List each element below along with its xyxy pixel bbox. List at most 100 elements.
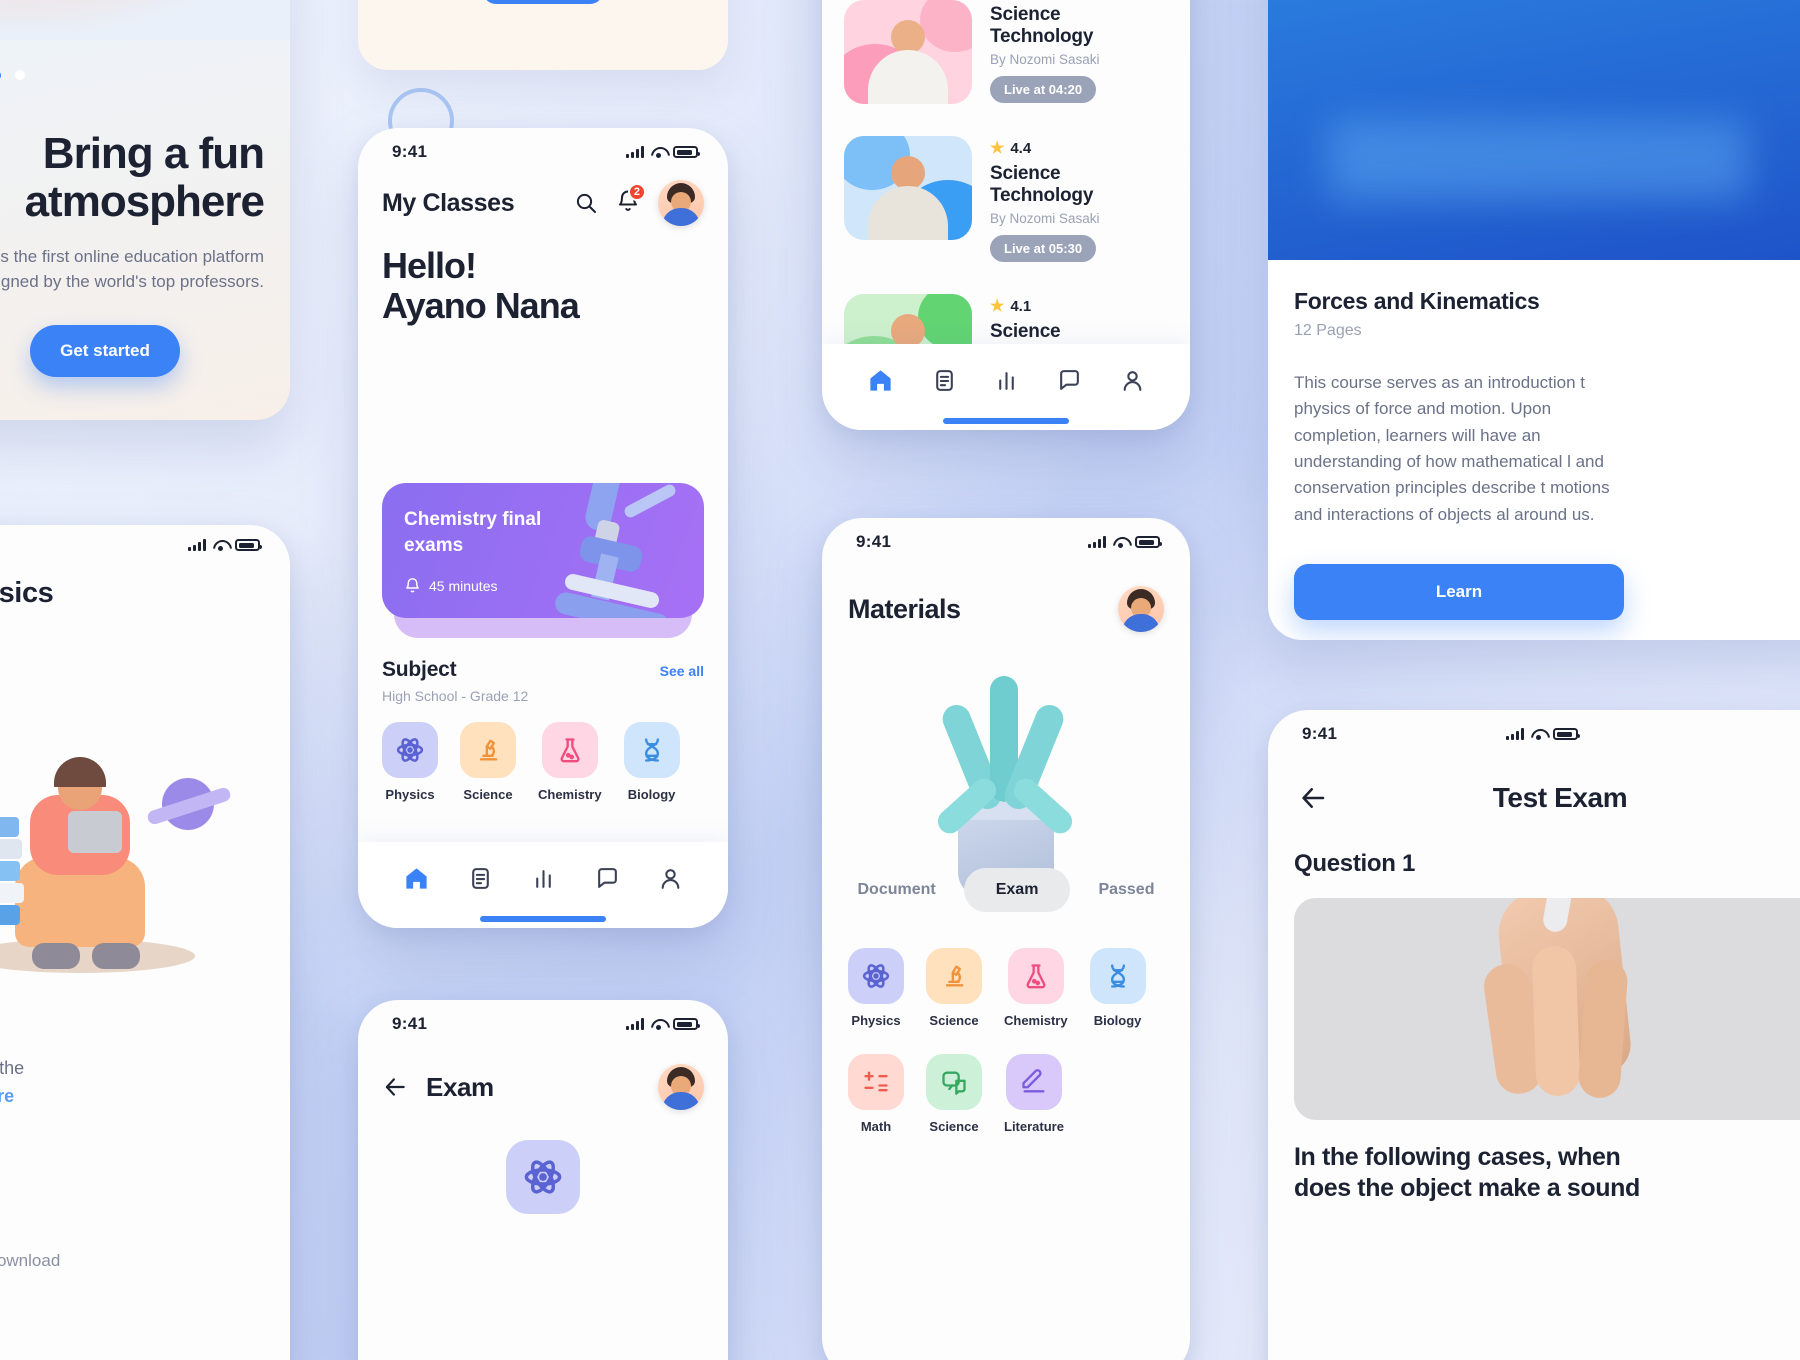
- signal-icon: [1088, 536, 1106, 548]
- onboarding-body-line1: s the first online education platform: [0, 247, 264, 267]
- physics-detail-card: Physics nced Physics rse serves as an in…: [0, 525, 290, 1360]
- detail-item-title: 15 Chapter + 5 Test Exam: [0, 1307, 256, 1330]
- detail-item-title: 18 online lectures: [0, 1222, 256, 1245]
- chat-icon[interactable]: [1057, 368, 1082, 393]
- tab-passed[interactable]: Passed: [1076, 868, 1176, 912]
- course-rating: ★ 4.1: [990, 296, 1168, 316]
- learn-button[interactable]: Learn: [1294, 564, 1624, 620]
- status-time: 9:41: [392, 1014, 428, 1033]
- avatar[interactable]: [658, 180, 704, 226]
- materials-subject-grid: Physics Science Chemistry Biology Math S…: [848, 948, 1164, 1134]
- list-item[interactable]: ★ 4.4 Science Technology By Nozomi Sasak…: [844, 136, 1168, 262]
- home-indicator: [480, 916, 606, 922]
- greeting-line2: Ayano Nana: [382, 284, 580, 326]
- status-icons: [626, 146, 700, 158]
- status-icons: [1088, 536, 1162, 548]
- forces-card: Forces and Kinematics 12 Pages This cour…: [1268, 0, 1800, 640]
- onboarding-title-line1: Bring a fun: [42, 129, 265, 178]
- page-title: My Classes: [382, 188, 515, 217]
- decor-card-button[interactable]: [483, 0, 603, 4]
- detail-item: 18 online lectures Lectures can be viewd…: [0, 1222, 256, 1271]
- course-author: By Nozomi Sasaki: [990, 52, 1100, 67]
- tab-label: Passed: [1098, 881, 1155, 898]
- wifi-icon: [1531, 729, 1546, 740]
- signal-icon: [626, 146, 644, 158]
- chart-icon[interactable]: [531, 866, 556, 891]
- exam-banner[interactable]: Chemistry final exams 45 minutes: [382, 483, 704, 618]
- subject-see-all[interactable]: See all: [660, 663, 704, 679]
- subject-item-science[interactable]: Science: [460, 722, 516, 802]
- tab-document[interactable]: Document: [836, 868, 958, 912]
- grid-item-literature[interactable]: Literature: [1004, 1054, 1064, 1134]
- avatar[interactable]: [658, 1064, 704, 1110]
- profile-icon[interactable]: [658, 866, 683, 891]
- question-image: [1294, 898, 1800, 1120]
- signal-icon: [626, 1018, 644, 1030]
- forces-pages: 12 Pages: [1294, 322, 1362, 339]
- list-item[interactable]: Science Technology By Nozomi Sasaki Live…: [844, 0, 1168, 104]
- status-bar: [0, 525, 290, 551]
- carousel-dots[interactable]: [0, 70, 290, 81]
- avatar[interactable]: [1118, 586, 1164, 632]
- banner-timer: 45 minutes: [429, 577, 498, 594]
- grid-item-science[interactable]: Science: [926, 948, 982, 1028]
- read-more-link[interactable]: Read more: [0, 1086, 14, 1106]
- battery-icon: [1553, 728, 1580, 740]
- tab-exam[interactable]: Exam: [963, 868, 1071, 912]
- onboarding-card: Bring a fun atmosphere s the first onlin…: [0, 0, 290, 420]
- tab-label: Exam: [995, 881, 1039, 898]
- forces-body: This course serves as an introduction t …: [1294, 373, 1610, 524]
- microscope-illustration: [538, 483, 704, 618]
- star-icon: ★: [990, 298, 1005, 315]
- onboarding-body-line2: gned by the world's top professors.: [0, 271, 264, 291]
- subject-item-biology[interactable]: Biology: [623, 722, 680, 802]
- course-rating-value: 4.1: [1010, 297, 1032, 315]
- grid-item-math[interactable]: Math: [848, 1054, 904, 1134]
- battery-icon: [235, 539, 262, 551]
- grid-item-chemistry[interactable]: Chemistry: [1004, 948, 1068, 1028]
- alarm-icon: [406, 578, 419, 593]
- notification-bell[interactable]: 2: [616, 182, 646, 218]
- detail-item: 15 Chapter + 5 Test Exam Each lesson wil…: [0, 1307, 256, 1356]
- signal-icon: [1506, 728, 1524, 740]
- subject-item-physics[interactable]: Physics: [382, 722, 438, 802]
- grid-label: Biology: [1093, 1013, 1142, 1028]
- search-icon[interactable]: [574, 191, 598, 215]
- grid-item-physics[interactable]: Physics: [848, 948, 904, 1028]
- doc-icon[interactable]: [468, 866, 493, 891]
- doc-icon[interactable]: [932, 368, 957, 393]
- course-name: Science Technology: [990, 4, 1094, 47]
- home-indicator: [943, 418, 1069, 424]
- exam-phone: 9:41 Exam: [358, 1000, 728, 1360]
- wifi-icon: [651, 1019, 666, 1030]
- status-icons: [1506, 728, 1580, 740]
- chat-icon[interactable]: [595, 866, 620, 891]
- grid-label: Physics: [851, 1013, 901, 1028]
- star-icon: ★: [990, 140, 1005, 157]
- status-bar: 9:41: [822, 518, 1190, 552]
- profile-icon[interactable]: [1120, 368, 1145, 393]
- atom-icon: [524, 1160, 562, 1194]
- physics-details-heading: ct Details: [0, 1151, 256, 1182]
- grid-label: Chemistry: [1004, 1013, 1068, 1028]
- bottom-nav: [358, 842, 728, 928]
- flask-icon: [1007, 948, 1064, 1004]
- home-icon[interactable]: [867, 367, 894, 394]
- grid-item-language[interactable]: Science: [926, 1054, 982, 1134]
- onboarding-title-line2: atmosphere: [24, 176, 265, 226]
- home-icon[interactable]: [403, 865, 430, 892]
- exam-subject-tile[interactable]: [506, 1140, 580, 1214]
- physics-course-title: nced Physics: [0, 1005, 256, 1039]
- grid-item-biology[interactable]: Biology: [1089, 948, 1146, 1028]
- get-started-button[interactable]: Get started: [30, 325, 180, 377]
- physics-desc-line1: rse serves as an introduction to the: [0, 1058, 25, 1078]
- prism-image: [1268, 0, 1800, 260]
- forces-title: Forces and Kinematics: [1294, 288, 1540, 314]
- grid-label: Literature: [1004, 1119, 1064, 1134]
- carousel-dot[interactable]: [14, 70, 25, 80]
- chart-icon[interactable]: [994, 368, 1019, 393]
- arrow-left-icon[interactable]: [382, 1074, 408, 1100]
- grid-label: Science: [929, 1013, 979, 1028]
- subject-item-chemistry[interactable]: Chemistry: [538, 722, 602, 802]
- carousel-dot-active[interactable]: [0, 70, 1, 81]
